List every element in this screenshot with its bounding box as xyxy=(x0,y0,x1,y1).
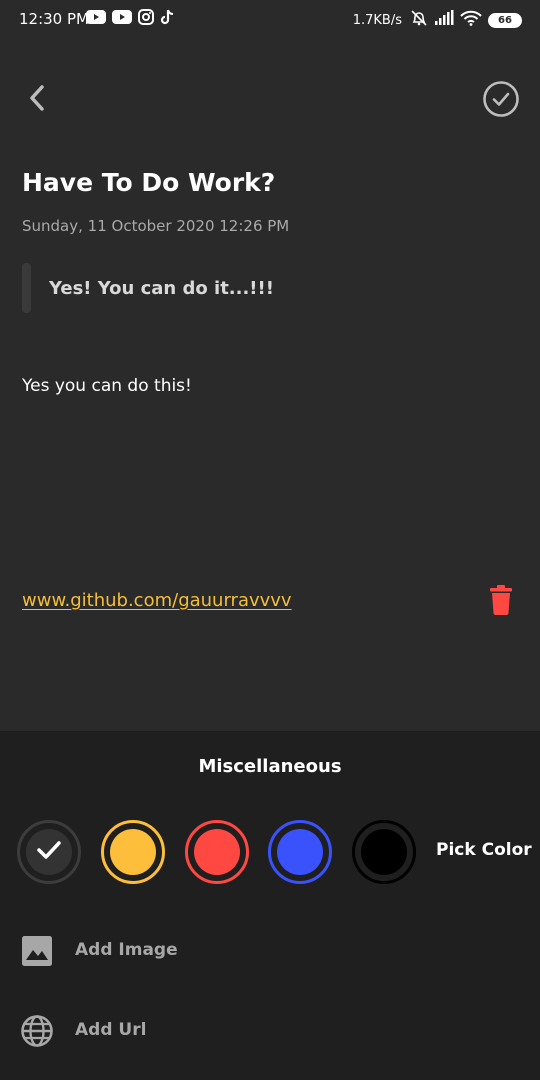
note-subtitle-input[interactable]: Yes! You can do it...!!! xyxy=(49,278,274,299)
color-swatch-yellow[interactable] xyxy=(101,820,165,884)
add-image-button[interactable]: Add Image xyxy=(0,920,540,980)
color-picker-row: Pick Color xyxy=(0,820,540,884)
note-subtitle-block: Yes! You can do it...!!! xyxy=(22,263,502,315)
save-note-button[interactable] xyxy=(482,80,520,122)
pick-color-button[interactable]: Pick Color xyxy=(436,840,532,860)
youtube-icon xyxy=(86,9,106,29)
check-circle-icon xyxy=(482,80,520,122)
top-toolbar xyxy=(0,70,540,130)
chevron-left-icon xyxy=(26,83,48,117)
youtube-icon xyxy=(112,9,132,29)
color-swatch-black[interactable] xyxy=(352,820,416,884)
color-fill-default xyxy=(26,829,72,875)
subtitle-indicator xyxy=(22,263,31,313)
image-icon xyxy=(20,934,54,968)
color-fill-blue xyxy=(277,829,323,875)
color-swatch-blue[interactable] xyxy=(268,820,332,884)
status-system-icons: 1.7KB/s 66 xyxy=(353,9,522,31)
note-body-input[interactable]: Yes you can do this! xyxy=(22,376,192,396)
globe-icon xyxy=(20,1014,54,1048)
network-speed: 1.7KB/s xyxy=(352,12,402,28)
note-date-time: Sunday, 11 October 2020 12:26 PM xyxy=(22,217,290,235)
back-button[interactable] xyxy=(20,80,54,120)
alarm-off-icon xyxy=(410,9,428,31)
color-fill-red xyxy=(194,829,240,875)
note-title-input[interactable]: Have To Do Work? xyxy=(22,168,275,197)
color-fill-yellow xyxy=(110,829,156,875)
status-bar: 12:30 PM 1.7KB/s 66 xyxy=(0,0,540,38)
delete-url-button[interactable] xyxy=(487,585,515,619)
status-time: 12:30 PM xyxy=(19,10,89,28)
check-icon xyxy=(35,838,63,866)
color-swatch-red[interactable] xyxy=(185,820,249,884)
color-swatch-default[interactable] xyxy=(17,820,81,884)
note-url-link[interactable]: www.github.com/gauurravvvv xyxy=(22,590,292,611)
tiktok-icon xyxy=(160,9,174,29)
battery-icon: 66 xyxy=(488,12,522,28)
trash-icon xyxy=(489,585,513,619)
add-url-button[interactable]: Add Url xyxy=(0,1000,540,1060)
add-url-label: Add Url xyxy=(75,1020,147,1040)
miscellaneous-panel: Miscellaneous Pick Color Add Image Add U… xyxy=(0,731,540,1080)
wifi-icon xyxy=(460,10,482,30)
color-fill-black xyxy=(361,829,407,875)
add-image-label: Add Image xyxy=(75,940,178,960)
signal-icon xyxy=(434,10,454,30)
instagram-icon xyxy=(138,9,154,29)
status-app-icons xyxy=(86,9,174,29)
miscellaneous-title[interactable]: Miscellaneous xyxy=(0,756,540,777)
